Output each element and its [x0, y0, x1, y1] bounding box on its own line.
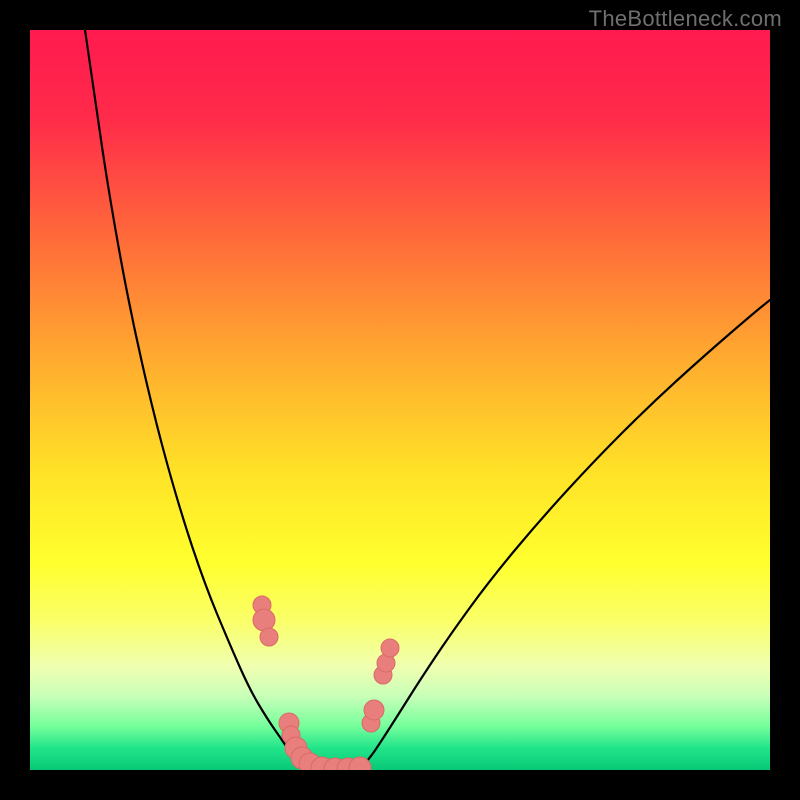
plot-area: [30, 30, 770, 770]
data-marker: [253, 609, 275, 631]
data-marker: [381, 639, 399, 657]
data-marker: [364, 700, 384, 720]
gradient-background: [30, 30, 770, 770]
data-marker: [260, 628, 278, 646]
chart-frame: TheBottleneck.com: [0, 0, 800, 800]
chart-svg: [30, 30, 770, 770]
watermark-text: TheBottleneck.com: [589, 6, 782, 32]
